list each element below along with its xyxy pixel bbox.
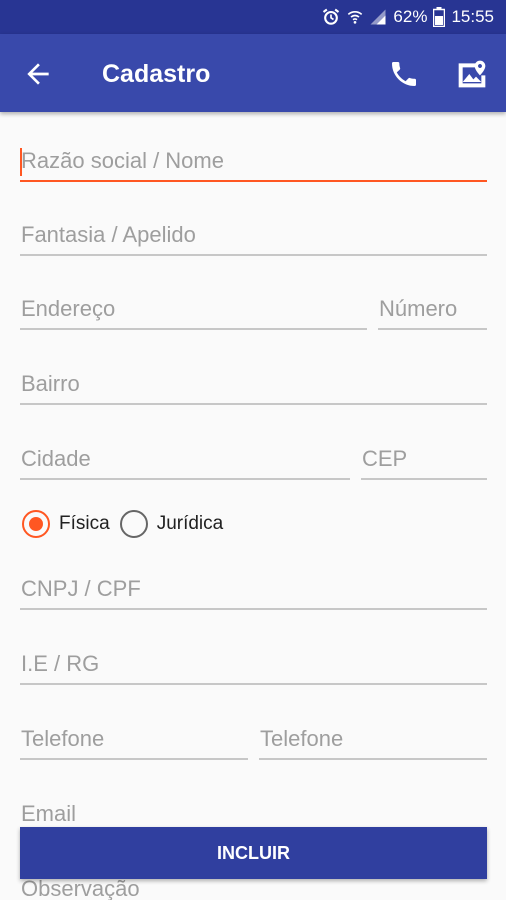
radio-fisica-label: Física — [59, 513, 110, 534]
bairro-input[interactable] — [20, 365, 487, 403]
radio-fisica[interactable]: Física — [22, 510, 120, 538]
arrow-back-icon[interactable] — [22, 58, 54, 90]
app-bar: Cadastro — [0, 34, 506, 112]
cidade-input[interactable] — [20, 440, 350, 478]
numero-input[interactable] — [378, 290, 487, 328]
endereco-input[interactable] — [20, 290, 367, 328]
cep-field[interactable] — [361, 440, 487, 480]
wifi-icon — [347, 7, 363, 27]
battery-percent: 62% — [393, 7, 428, 26]
status-bar: 62% 15:55 — [0, 0, 506, 34]
cep-input[interactable] — [361, 440, 487, 478]
include-button[interactable]: INCLUIR — [20, 827, 487, 879]
numero-field[interactable] — [378, 290, 487, 330]
cnpj-cpf-input[interactable] — [20, 570, 487, 608]
telefone-input-2[interactable] — [259, 720, 487, 758]
radio-juridica[interactable]: Jurídica — [119, 510, 234, 538]
status-time: 15:55 — [451, 7, 494, 26]
radio-checked-icon — [22, 510, 50, 538]
alarm-icon — [321, 7, 341, 27]
razao-social-input[interactable] — [20, 142, 487, 180]
tipo-pessoa-radio-group: Física Jurídica — [22, 508, 233, 540]
radio-juridica-label: Jurídica — [156, 513, 224, 534]
fantasia-input[interactable] — [20, 216, 487, 254]
map-icon[interactable] — [456, 58, 488, 90]
page-title: Cadastro — [102, 60, 211, 88]
fantasia-field[interactable] — [20, 216, 487, 256]
cidade-field[interactable] — [20, 440, 350, 480]
cnpj-cpf-field[interactable] — [20, 570, 487, 610]
telefone-field-2[interactable] — [259, 720, 487, 760]
battery-icon — [433, 7, 446, 27]
razao-social-field[interactable] — [20, 142, 487, 182]
telefone-field-1[interactable] — [20, 720, 248, 760]
bairro-field[interactable] — [20, 365, 487, 405]
ie-rg-field[interactable] — [20, 645, 487, 685]
phone-icon[interactable] — [388, 58, 420, 90]
form: Física Jurídica — [0, 112, 506, 900]
signal-icon — [369, 8, 387, 26]
telefone-input-1[interactable] — [20, 720, 248, 758]
radio-unchecked-icon — [119, 510, 148, 538]
text-cursor — [20, 148, 22, 176]
ie-rg-input[interactable] — [20, 645, 487, 683]
endereco-field[interactable] — [20, 290, 367, 330]
